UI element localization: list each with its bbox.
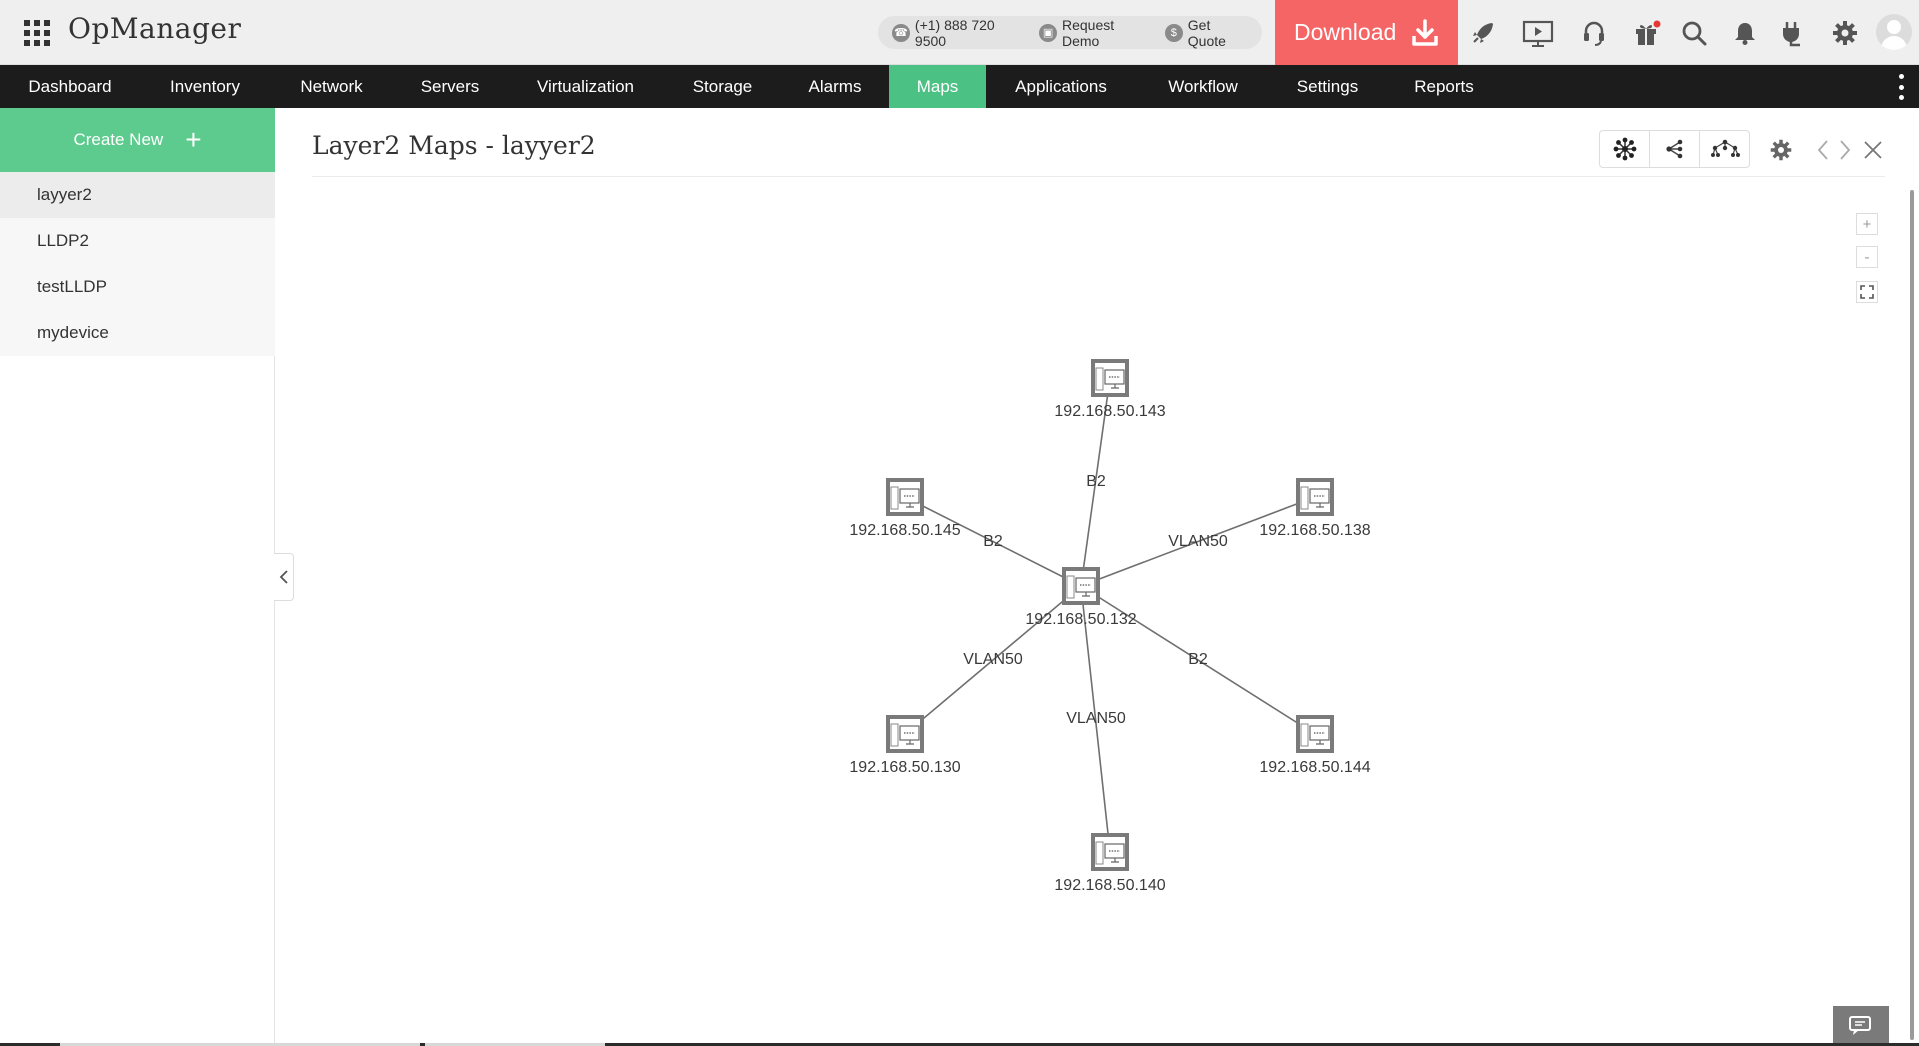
map-item-mydevice[interactable]: mydevice — [0, 310, 275, 356]
hierarchical-layout-button[interactable] — [1700, 131, 1749, 167]
zoom-out-button[interactable]: - — [1856, 246, 1878, 268]
fullscreen-icon — [1860, 285, 1874, 299]
nav-settings[interactable]: Settings — [1270, 65, 1385, 108]
device-node[interactable] — [1062, 567, 1100, 605]
nav-dashboard[interactable]: Dashboard — [0, 65, 140, 108]
chat-button[interactable] — [1833, 1006, 1889, 1046]
contact-bar: ☎ (+1) 888 720 9500 ▣ Request Demo $ Get… — [878, 16, 1262, 49]
map-item-lldp2[interactable]: LLDP2 — [0, 218, 275, 264]
device-node[interactable] — [886, 715, 924, 753]
device-ip-label: 192.168.50.143 — [1054, 403, 1165, 420]
gear-icon[interactable] — [1828, 16, 1862, 50]
phone-link[interactable]: ☎ (+1) 888 720 9500 — [892, 17, 1029, 49]
device-ip-label: 192.168.50.140 — [1054, 877, 1165, 894]
device-ip-label: 192.168.50.138 — [1259, 522, 1370, 539]
create-new-label: Create New — [73, 130, 164, 149]
vertical-scrollbar[interactable] — [1910, 190, 1914, 1040]
plus-icon: + — [185, 124, 202, 155]
fit-to-screen-button[interactable] — [1856, 281, 1878, 303]
bell-icon[interactable] — [1728, 16, 1762, 50]
presentation-icon[interactable] — [1521, 16, 1555, 50]
tree-layout-button[interactable] — [1650, 131, 1700, 167]
device-node[interactable] — [1296, 478, 1334, 516]
app-grid-icon[interactable] — [24, 20, 50, 46]
chat-icon — [1849, 1016, 1871, 1035]
phone-number: (+1) 888 720 9500 — [914, 16, 995, 49]
gift-icon[interactable] — [1630, 16, 1664, 50]
link-label: VLAN50 — [1168, 533, 1228, 550]
request-demo-link[interactable]: ▣ Request Demo — [1039, 17, 1155, 49]
nav-applications[interactable]: Applications — [986, 65, 1136, 108]
map-item-layyer2[interactable]: layyer2 — [0, 172, 275, 218]
tree-layout-icon — [1665, 139, 1682, 159]
download-icon — [1412, 18, 1439, 46]
more-vertical-icon[interactable] — [1899, 74, 1905, 100]
nav-servers[interactable]: Servers — [393, 65, 507, 108]
nav-inventory[interactable]: Inventory — [140, 65, 270, 108]
nav-network[interactable]: Network — [270, 65, 393, 108]
get-quote-label: Get Quote — [1187, 16, 1226, 49]
nav-reports[interactable]: Reports — [1385, 65, 1503, 108]
device-node[interactable] — [1296, 715, 1334, 753]
plug-icon[interactable] — [1776, 16, 1810, 50]
rocket-icon[interactable] — [1466, 16, 1500, 50]
link-label: B2 — [983, 533, 1003, 550]
dollar-icon: $ — [1164, 23, 1183, 42]
chevron-left-icon — [279, 570, 288, 584]
close-icon[interactable] — [1860, 137, 1886, 163]
headset-icon[interactable] — [1577, 16, 1611, 50]
layout-switcher — [1599, 130, 1750, 168]
device-ip-label: 192.168.50.130 — [849, 759, 960, 776]
nav-alarms[interactable]: Alarms — [781, 65, 889, 108]
page-title: Layer2 Maps - layyer2 — [312, 131, 596, 160]
collapse-sidebar-button[interactable] — [274, 553, 294, 601]
phone-icon: ☎ — [892, 23, 910, 42]
radial-layout-button[interactable] — [1600, 131, 1650, 167]
title-divider — [312, 176, 1885, 177]
device-node[interactable] — [886, 478, 924, 516]
brand-logo[interactable]: OpManager — [68, 12, 241, 45]
nav-workflow[interactable]: Workflow — [1136, 65, 1270, 108]
maps-sidebar: Create New + layyer2 LLDP2 testLLDP myde… — [0, 108, 275, 1046]
map-item-testlldp[interactable]: testLLDP — [0, 264, 275, 310]
device-ip-label: 192.168.50.132 — [1025, 611, 1136, 628]
device-ip-label: 192.168.50.144 — [1259, 759, 1370, 776]
request-demo-label: Request Demo — [1062, 16, 1115, 49]
device-ip-label: 192.168.50.145 — [849, 522, 960, 539]
user-avatar[interactable] — [1876, 14, 1912, 50]
download-button[interactable]: Download — [1275, 0, 1458, 65]
download-label: Download — [1294, 19, 1397, 45]
link-label: B2 — [1188, 651, 1208, 668]
link-label: VLAN50 — [1066, 710, 1126, 727]
nav-virtualization[interactable]: Virtualization — [507, 65, 664, 108]
get-quote-link[interactable]: $ Get Quote — [1164, 16, 1252, 49]
nav-maps[interactable]: Maps — [889, 65, 986, 108]
hierarchical-layout-icon — [1710, 139, 1740, 157]
link-label: VLAN50 — [963, 651, 1023, 668]
link-label: B2 — [1086, 473, 1106, 490]
next-map-icon[interactable] — [1832, 137, 1858, 163]
map-settings-gear-icon[interactable] — [1768, 137, 1794, 163]
main-nav: Dashboard Inventory Network Servers Virt… — [0, 65, 1919, 108]
create-new-button[interactable]: Create New + — [0, 108, 275, 172]
nav-storage[interactable]: Storage — [664, 65, 781, 108]
zoom-in-button[interactable]: + — [1856, 213, 1878, 235]
map-list: layyer2 LLDP2 testLLDP mydevice — [0, 172, 275, 356]
device-node[interactable] — [1091, 833, 1129, 871]
search-icon[interactable] — [1677, 16, 1711, 50]
device-node[interactable] — [1091, 359, 1129, 397]
top-header: OpManager ☎ (+1) 888 720 9500 ▣ Request … — [0, 0, 1919, 65]
screen-icon: ▣ — [1039, 23, 1057, 42]
radial-layout-icon — [1613, 137, 1636, 161]
